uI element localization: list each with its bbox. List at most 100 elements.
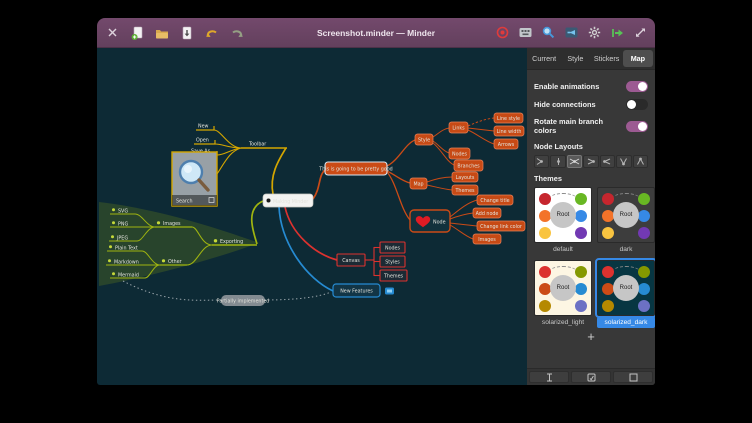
- export-image-icon[interactable]: [563, 25, 579, 41]
- node-search-image[interactable]: Search: [172, 152, 217, 206]
- themes-label: Themes: [534, 174, 648, 183]
- svg-text:Partially implemented: Partially implemented: [217, 298, 270, 304]
- svg-text:Arrows: Arrows: [498, 142, 515, 148]
- node-heart-image[interactable]: Node: [410, 210, 450, 232]
- node-canvas-styles[interactable]: Styles: [380, 256, 405, 267]
- blank-square-icon[interactable]: [613, 371, 653, 383]
- tab-stickers[interactable]: Stickers: [592, 50, 622, 67]
- enable-animations-label: Enable animations: [534, 82, 599, 91]
- svg-text:Search: Search: [176, 199, 192, 205]
- svg-text:Add node: Add node: [476, 211, 499, 217]
- node-canvas-themes[interactable]: Themes: [380, 270, 407, 281]
- node-change-title[interactable]: Change title: [477, 195, 513, 205]
- rotate-branch-colors-label: Rotate main branch colors: [534, 117, 626, 135]
- svg-text:Images: Images: [478, 237, 496, 243]
- theme-dark[interactable]: Root dark: [597, 187, 655, 255]
- node-change-link-color[interactable]: Change link color: [477, 221, 525, 231]
- node-selected[interactable]: This is going to be pretty good: [318, 162, 392, 175]
- node-root[interactable]: Making Minder: [263, 194, 313, 207]
- layout-to-left-icon[interactable]: [583, 155, 598, 168]
- svg-text:Change title: Change title: [480, 198, 509, 204]
- node-canvas-nodes[interactable]: Nodes: [380, 242, 405, 253]
- theme-solarized-light[interactable]: Root solarized_light: [534, 260, 592, 328]
- node-links[interactable]: Links: [449, 122, 468, 133]
- connection-label[interactable]: Partially implemented: [217, 295, 270, 306]
- theme-default[interactable]: Root default: [534, 187, 592, 255]
- keyboard-shortcuts-icon[interactable]: [517, 25, 533, 41]
- redo-icon[interactable]: [229, 25, 245, 41]
- theme-name: solarized_dark: [597, 317, 655, 328]
- tab-style[interactable]: Style: [560, 50, 590, 67]
- node-add-node[interactable]: Add node: [473, 208, 501, 218]
- layout-to-right-icon[interactable]: [600, 155, 615, 168]
- svg-text:Links: Links: [452, 126, 465, 132]
- node-canvas[interactable]: Canvas: [337, 254, 365, 266]
- node-layouts[interactable]: Layouts: [452, 172, 478, 182]
- node-layouts-row: [534, 155, 648, 168]
- svg-text:Layouts: Layouts: [456, 175, 475, 181]
- node-open[interactable]: Open: [194, 138, 215, 145]
- node-map[interactable]: Map: [410, 178, 427, 189]
- svg-text:Toolbar: Toolbar: [248, 142, 266, 148]
- svg-text:Nodes: Nodes: [452, 152, 468, 158]
- hide-connections-toggle[interactable]: [626, 99, 648, 110]
- node-nodes[interactable]: Nodes: [449, 148, 470, 159]
- theme-name: default: [534, 244, 592, 255]
- hide-connections-label: Hide connections: [534, 100, 596, 109]
- svg-text:Style: Style: [418, 138, 430, 144]
- root-dot-icon: [267, 199, 271, 203]
- rotate-branch-colors-toggle[interactable]: [626, 121, 648, 132]
- svg-text:Images: Images: [163, 221, 181, 227]
- snapshot-icon[interactable]: [571, 371, 611, 383]
- svg-text:SVG: SVG: [118, 209, 128, 215]
- sidebar: Current Style Stickers Map Enable animat…: [527, 48, 655, 385]
- zoom-icon[interactable]: [540, 25, 556, 41]
- layout-manual-icon[interactable]: [534, 155, 549, 168]
- layout-upwards-icon[interactable]: [616, 155, 631, 168]
- node-new-features[interactable]: New Features: [333, 284, 380, 297]
- svg-text:Mermaid: Mermaid: [118, 273, 139, 279]
- save-icon[interactable]: [179, 25, 195, 41]
- add-theme-button[interactable]: +: [527, 329, 655, 344]
- close-icon[interactable]: [104, 25, 120, 41]
- svg-text:Markdown: Markdown: [114, 260, 139, 266]
- theme-name: dark: [597, 244, 655, 255]
- svg-text:Line style: Line style: [497, 116, 520, 122]
- node-themes[interactable]: Themes: [452, 185, 478, 195]
- svg-text:Map: Map: [413, 182, 423, 188]
- node-style[interactable]: Style: [415, 134, 433, 145]
- undo-icon[interactable]: [204, 25, 220, 41]
- layout-horizontal-icon[interactable]: [567, 155, 582, 168]
- svg-text:Node: Node: [433, 220, 446, 226]
- svg-text:Branches: Branches: [457, 164, 480, 170]
- svg-text:Making Minder: Making Minder: [273, 199, 308, 205]
- svg-text:Canvas: Canvas: [342, 258, 360, 264]
- text-height-icon[interactable]: [529, 371, 569, 383]
- tab-map[interactable]: Map: [623, 50, 653, 67]
- new-document-icon[interactable]: [129, 25, 145, 41]
- enable-animations-toggle[interactable]: [626, 81, 648, 92]
- svg-text:Plain Text: Plain Text: [115, 246, 138, 252]
- titlebar: Screenshot.minder — Minder: [97, 18, 655, 48]
- open-folder-icon[interactable]: [154, 25, 170, 41]
- focus-mode-icon[interactable]: [494, 25, 510, 41]
- theme-solarized-dark[interactable]: Root solarized_dark: [597, 260, 655, 328]
- node-line-style[interactable]: Line style: [494, 113, 523, 123]
- svg-text:Themes: Themes: [454, 188, 475, 194]
- node-arrows[interactable]: Arrows: [494, 139, 518, 149]
- node-new[interactable]: New: [196, 124, 214, 131]
- node-branches[interactable]: Branches: [454, 160, 483, 171]
- export-icon[interactable]: [609, 25, 625, 41]
- node-line-width[interactable]: Line width: [494, 126, 524, 136]
- settings-gear-icon[interactable]: [586, 25, 602, 41]
- sticker-badge-icon: [385, 288, 394, 295]
- svg-text:Other: Other: [168, 259, 182, 265]
- theme-grid: Root default Root dark: [534, 187, 648, 328]
- mindmap-canvas[interactable]: Toolbar New Open Save As: [97, 48, 527, 385]
- node-toolbar[interactable]: Toolbar: [241, 142, 287, 149]
- layout-vertical-icon[interactable]: [550, 155, 565, 168]
- tab-current[interactable]: Current: [529, 50, 559, 67]
- node-node-images[interactable]: Images: [473, 234, 501, 244]
- layout-downwards-icon[interactable]: [633, 155, 648, 168]
- resize-icon[interactable]: [632, 25, 648, 41]
